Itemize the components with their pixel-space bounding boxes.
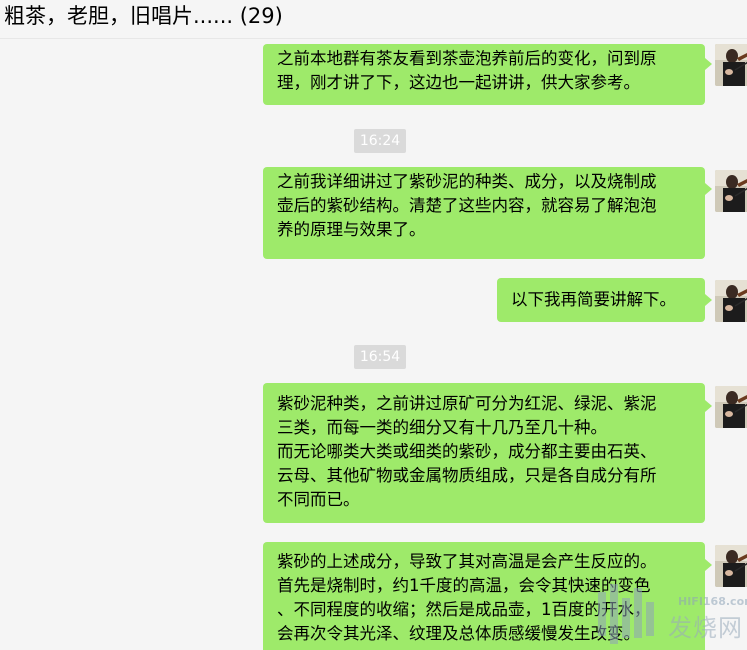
chat-window: 粗茶，老胆，旧唱片...... (29) 之前本地群有茶友看到茶壶泡养前后的变化… [0,0,747,650]
message-bubble[interactable]: 紫砂泥种类，之前讲过原矿可分为红泥、绿泥、紫泥 三类，而每一类的细分又有十几乃至… [263,383,705,523]
bubble-tail [705,58,712,70]
avatar[interactable] [715,280,747,322]
bubble-tail [705,400,712,412]
watermark: HIFI168.com 发烧网 [590,580,747,650]
message-bubble[interactable]: 之前本地群有茶友看到茶壶泡养前后的变化，问到原 理，刚才讲了下，这边也一起讲讲，… [263,44,705,105]
violinist-avatar-icon [715,170,747,212]
chat-title[interactable]: 粗茶，老胆，旧唱片...... (29) [4,2,283,30]
message-bubble[interactable]: 之前我详细讲过了紫砂泥的种类、成分，以及烧制成 壶后的紫砂结构。清楚了这些内容，… [263,167,705,259]
message-bubble[interactable]: 以下我再简要讲解下。 [497,278,705,322]
violinist-avatar-icon [715,280,747,322]
bubble-tail [705,183,712,195]
violinist-avatar-icon [715,386,747,428]
bubble-tail [705,559,712,571]
watermark-name: 发烧网 [668,614,743,642]
timestamp: 16:54 [354,345,406,369]
avatar[interactable] [715,170,747,212]
watermark-domain: HIFI168.com [678,595,747,608]
timestamp: 16:24 [354,129,406,153]
avatar[interactable] [715,44,747,86]
violinist-avatar-icon [715,44,747,86]
avatar[interactable] [715,386,747,428]
chat-header: 粗茶，老胆，旧唱片...... (29) [0,0,747,39]
hifi-logo-icon [598,584,654,644]
bubble-tail [705,294,712,306]
